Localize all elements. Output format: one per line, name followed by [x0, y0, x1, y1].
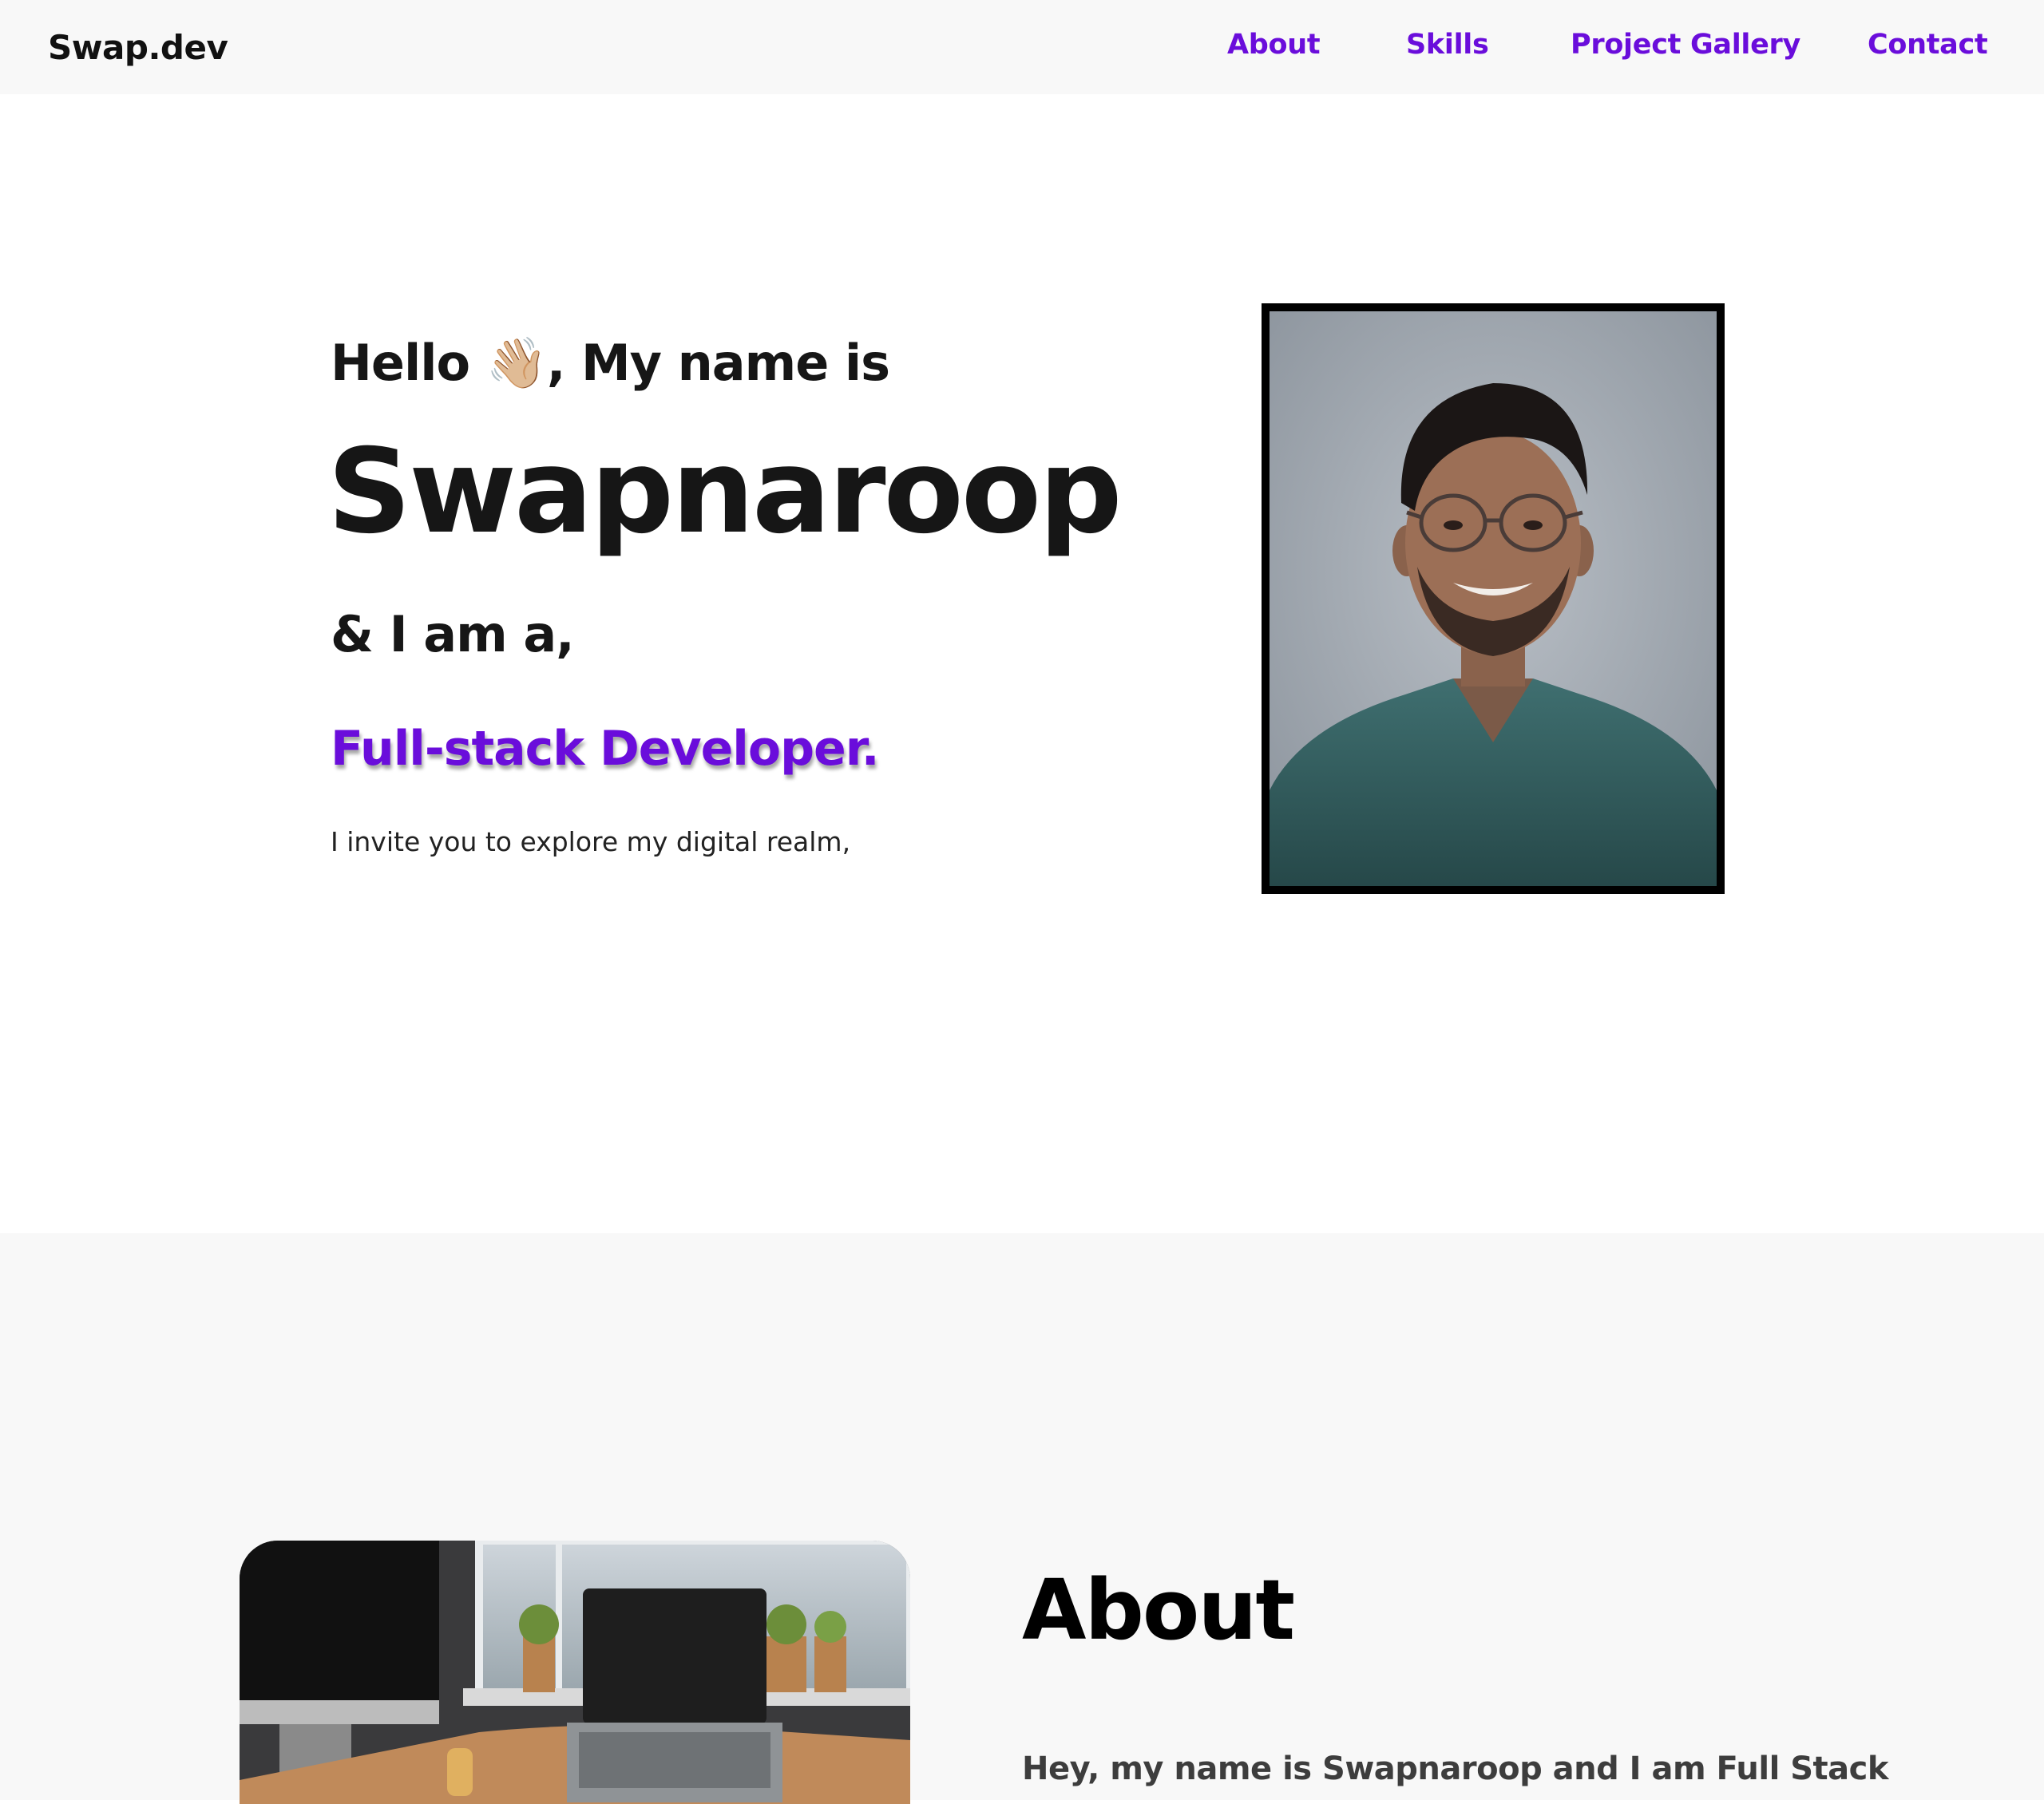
about-title: About [1022, 1561, 1295, 1659]
nav-link-contact[interactable]: Contact [1868, 29, 1988, 61]
about-workspace-image [240, 1541, 910, 1804]
navbar: Swap.dev About Skills Project Gallery Co… [0, 0, 2044, 94]
hero-section: Hello 👋🏼, My name is Swapnaroop & I am a… [0, 94, 2044, 1233]
greeting-hello: Hello [331, 334, 486, 392]
hero-i-am: & I am a, [331, 605, 575, 663]
hero-greeting: Hello 👋🏼, My name is [331, 334, 890, 393]
profile-photo-illustration [1270, 311, 1717, 886]
hero-name: Swapnaroop [327, 424, 1123, 560]
hero-invite-text: I invite you to explore my digital realm… [331, 826, 851, 857]
workspace-illustration [240, 1541, 910, 1804]
nav-link-skills[interactable]: Skills [1406, 29, 1489, 61]
about-section: About Hey, my name is Swapnaroop and I a… [0, 1233, 2044, 1804]
profile-photo-frame [1262, 303, 1725, 894]
waving-hand-icon: 👋🏼 [485, 334, 548, 392]
brand-logo[interactable]: Swap.dev [48, 0, 228, 94]
greeting-my-name-is: , My name is [546, 334, 890, 392]
about-text: Hey, my name is Swapnaroop and I am Full… [1022, 1751, 1888, 1787]
nav-link-about[interactable]: About [1227, 29, 1321, 61]
hero-role: Full-stack Developer. [331, 721, 880, 777]
nav-link-project-gallery[interactable]: Project Gallery [1571, 29, 1800, 61]
profile-photo [1270, 311, 1717, 886]
